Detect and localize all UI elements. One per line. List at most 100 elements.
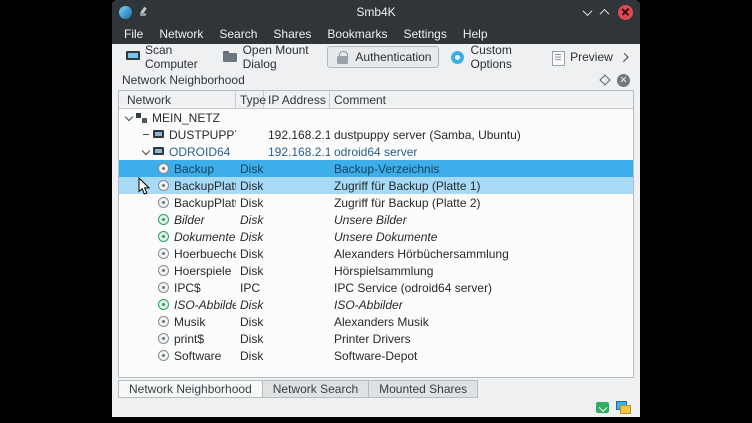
mounted-shares-indicator-icon: [596, 402, 609, 413]
table-row[interactable]: IPC$ IPC IPC Service (odroid64 server): [119, 279, 633, 296]
table-row[interactable]: Bilder Disk Unsere Bilder: [119, 211, 633, 228]
table-row[interactable]: ODROID64 192.168.2.102 odroid64 server: [119, 143, 633, 160]
share-icon: [157, 332, 170, 345]
tree-indent: [119, 219, 157, 220]
maximize-icon[interactable]: [600, 8, 610, 18]
network-cell: Software: [119, 347, 236, 364]
row-comment: Alexanders Hörbüchersammlung: [330, 245, 633, 262]
toolbar-button-label: Authentication: [355, 50, 431, 64]
row-name: Software: [174, 349, 221, 363]
table-row[interactable]: DUSTPUPPY 192.168.2.105 dustpuppy server…: [119, 126, 633, 143]
network-cell: ODROID64: [119, 143, 236, 160]
row-name: IPC$: [174, 281, 201, 295]
expander-icon[interactable]: [140, 126, 152, 143]
tab-network-search[interactable]: Network Search: [263, 380, 369, 398]
tree-indent: [119, 287, 157, 288]
table-row[interactable]: print$ Disk Printer Drivers: [119, 330, 633, 347]
row-ip: [264, 313, 330, 330]
table-row[interactable]: Hoerbuecher Disk Alexanders Hörbüchersam…: [119, 245, 633, 262]
network-icon: [135, 111, 148, 124]
share-icon: [157, 315, 170, 328]
column-header-network[interactable]: Network: [119, 91, 236, 108]
row-name: print$: [174, 332, 204, 346]
row-type: [236, 126, 264, 143]
table-row[interactable]: Hoerspiele Disk Hörspielsammlung: [119, 262, 633, 279]
share-mounted-icon: [157, 230, 170, 243]
network-cell: ISO-Abbilder: [119, 296, 236, 313]
float-panel-icon[interactable]: [599, 74, 610, 85]
row-comment: ISO-Abbilder: [330, 296, 633, 313]
preview-button[interactable]: Preview: [542, 46, 621, 68]
share-icon: [157, 264, 170, 277]
tree-indent: [119, 168, 157, 169]
row-comment: odroid64 server: [330, 143, 633, 160]
network-cell: Musik: [119, 313, 236, 330]
row-ip: [264, 245, 330, 262]
network-cell: BackupPlatte2$: [119, 194, 236, 211]
tree-indent: [119, 355, 157, 356]
share-mounted-icon: [157, 298, 170, 311]
network-cell: Dokumente: [119, 228, 236, 245]
tree-indent: [119, 270, 157, 271]
pin-icon[interactable]: [138, 6, 148, 19]
table-row[interactable]: Software Disk Software-Depot: [119, 347, 633, 364]
row-comment: Unsere Bilder: [330, 211, 633, 228]
smb4k-logo-icon: [119, 6, 132, 19]
table-row[interactable]: ISO-Abbilder Disk ISO-Abbilder: [119, 296, 633, 313]
row-type: Disk: [236, 211, 264, 228]
row-type: Disk: [236, 177, 264, 194]
network-cell: IPC$: [119, 279, 236, 296]
row-type: [236, 143, 264, 160]
titlebar[interactable]: Smb4K: [112, 0, 640, 24]
row-name: Dokumente: [174, 230, 235, 244]
row-ip: [264, 211, 330, 228]
tab-network-neighborhood[interactable]: Network Neighborhood: [118, 380, 263, 398]
expander-icon[interactable]: [140, 143, 152, 160]
minimize-icon[interactable]: [583, 6, 593, 16]
preview-icon: [550, 51, 565, 64]
row-ip: [264, 279, 330, 296]
column-header-comment[interactable]: Comment: [330, 91, 633, 108]
network-indicator-icon: [616, 401, 631, 414]
row-ip: [264, 330, 330, 347]
close-icon[interactable]: [618, 5, 633, 20]
row-comment: Backup-Verzeichnis: [330, 160, 633, 177]
expander-icon[interactable]: [123, 109, 135, 126]
tab-mounted-shares[interactable]: Mounted Shares: [369, 380, 478, 398]
column-header-type[interactable]: Type: [236, 91, 264, 108]
table-row[interactable]: MEIN_NETZ: [119, 109, 633, 126]
table-row[interactable]: Musik Disk Alexanders Musik: [119, 313, 633, 330]
column-header-ip-address[interactable]: IP Address: [264, 91, 330, 108]
row-name: Hoerspiele: [174, 264, 231, 278]
toolbar-button-label: Open Mount Dialog: [243, 43, 317, 71]
network-cell: Bilder: [119, 211, 236, 228]
share-icon: [157, 281, 170, 294]
row-name: ODROID64: [169, 145, 230, 159]
computer-icon: [125, 51, 140, 64]
row-ip: [264, 194, 330, 211]
close-panel-icon[interactable]: [617, 74, 630, 87]
row-type: Disk: [236, 160, 264, 177]
row-type: Disk: [236, 330, 264, 347]
smb4k-window: Smb4K FileNetworkSearchSharesBookmarksSe…: [112, 0, 640, 417]
table-row[interactable]: Dokumente Disk Unsere Dokumente: [119, 228, 633, 245]
folder-icon: [223, 51, 238, 64]
tree-indent: [119, 321, 157, 322]
share-icon: [157, 196, 170, 209]
tree-indent: [119, 202, 157, 203]
authentication-button[interactable]: Authentication: [327, 46, 439, 68]
tree-indent: [119, 253, 157, 254]
table-row[interactable]: BackupPlatte2$ Disk Zugriff für Backup (…: [119, 194, 633, 211]
table-row[interactable]: Backup Disk Backup-Verzeichnis: [119, 160, 633, 177]
row-name: BackupPlatte1$: [174, 179, 236, 193]
toolbar-button-label: Custom Options: [470, 43, 531, 71]
row-comment: Zugriff für Backup (Platte 2): [330, 194, 633, 211]
row-ip: [264, 228, 330, 245]
table-row[interactable]: BackupPlatte1$ Disk Zugriff für Backup (…: [119, 177, 633, 194]
row-ip: [264, 160, 330, 177]
row-comment: Software-Depot: [330, 347, 633, 364]
tree-body: MEIN_NETZ DUSTPUPPY 192.168.2.105 dustpu…: [119, 109, 633, 377]
network-cell: Hoerbuecher: [119, 245, 236, 262]
row-comment: [330, 109, 633, 126]
row-comment: Hörspielsammlung: [330, 262, 633, 279]
